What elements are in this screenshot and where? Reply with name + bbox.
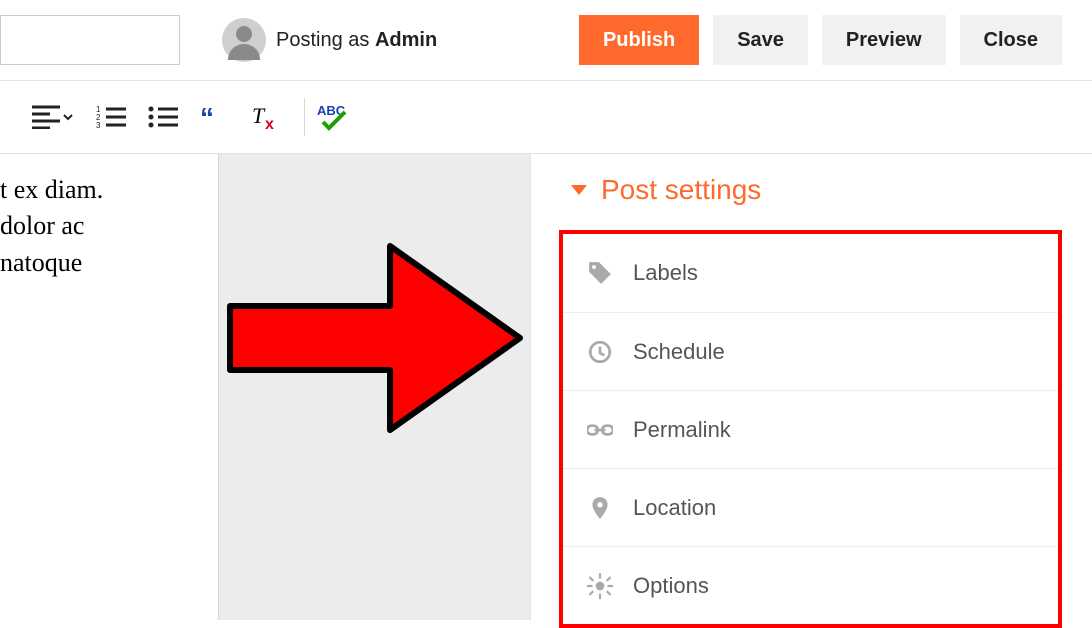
- svg-text:“: “: [200, 105, 214, 129]
- post-title-input[interactable]: [0, 15, 180, 65]
- align-button[interactable]: [32, 97, 74, 137]
- settings-item-location[interactable]: Location: [563, 468, 1058, 546]
- editor-column: t ex diam. dolor ac natoque: [0, 154, 530, 620]
- settings-item-options[interactable]: Options: [563, 546, 1058, 624]
- publish-button[interactable]: Publish: [579, 15, 699, 65]
- posting-as: Posting as Admin: [222, 18, 437, 62]
- editor-line: dolor ac: [0, 208, 218, 244]
- spellcheck-button[interactable]: ABC: [317, 97, 351, 137]
- settings-item-schedule[interactable]: Schedule: [563, 312, 1058, 390]
- settings-item-label: Permalink: [633, 417, 731, 443]
- svg-text:T: T: [252, 103, 266, 128]
- svg-text:3: 3: [96, 121, 101, 129]
- settings-item-labels[interactable]: Labels: [563, 234, 1058, 312]
- header-bar: Posting as Admin Publish Save Preview Cl…: [0, 0, 1092, 80]
- post-settings-header[interactable]: Post settings: [531, 154, 1092, 230]
- post-settings-sidebar: Post settings Labels Schedule Permalink: [530, 154, 1092, 620]
- clear-format-button[interactable]: T x: [250, 97, 280, 137]
- posting-as-prefix: Posting as: [276, 29, 375, 51]
- svg-text:x: x: [265, 116, 274, 131]
- main-area: t ex diam. dolor ac natoque Post setting…: [0, 154, 1092, 620]
- editor-gutter: [218, 154, 530, 620]
- location-pin-icon: [585, 495, 615, 521]
- posting-as-user: Admin: [375, 29, 437, 51]
- avatar: [222, 18, 266, 62]
- gear-icon: [585, 573, 615, 599]
- editor-content[interactable]: t ex diam. dolor ac natoque: [0, 154, 218, 620]
- editor-line: t ex diam.: [0, 172, 218, 208]
- settings-item-permalink[interactable]: Permalink: [563, 390, 1058, 468]
- toolbar-divider: [304, 98, 305, 136]
- tag-icon: [585, 260, 615, 286]
- settings-item-label: Location: [633, 495, 716, 521]
- post-settings-title: Post settings: [601, 174, 761, 206]
- clock-icon: [585, 339, 615, 365]
- preview-button[interactable]: Preview: [822, 15, 946, 65]
- editor-line: natoque: [0, 245, 218, 281]
- settings-item-label: Labels: [633, 260, 698, 286]
- settings-item-label: Options: [633, 573, 709, 599]
- caret-down-icon: [571, 185, 587, 195]
- ordered-list-button[interactable]: 1 2 3: [96, 97, 126, 137]
- settings-item-label: Schedule: [633, 339, 725, 365]
- editor-toolbar: 1 2 3 “ T x ABC: [0, 80, 1092, 154]
- quote-button[interactable]: “: [200, 97, 228, 137]
- unordered-list-button[interactable]: [148, 97, 178, 137]
- save-button[interactable]: Save: [713, 15, 808, 65]
- posting-as-text: Posting as Admin: [276, 29, 437, 52]
- post-settings-panel: Labels Schedule Permalink Location: [559, 230, 1062, 628]
- close-button[interactable]: Close: [960, 15, 1062, 65]
- link-icon: [585, 417, 615, 443]
